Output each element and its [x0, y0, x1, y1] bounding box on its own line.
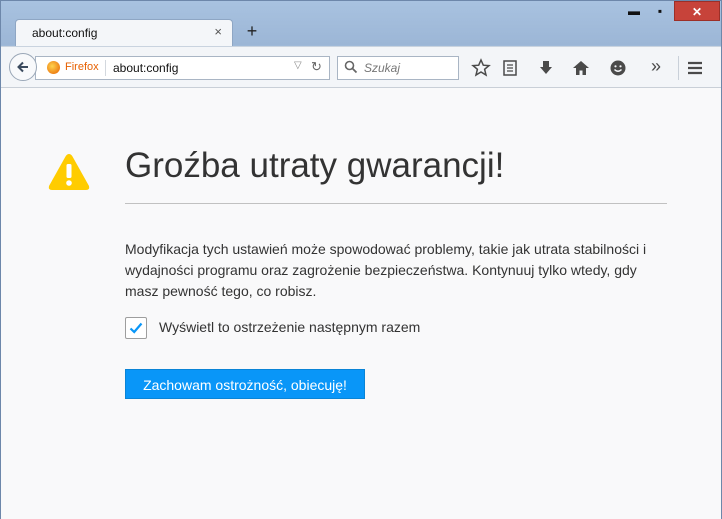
page-title: Groźba utraty gwarancji! — [125, 146, 505, 185]
search-icon — [344, 60, 358, 74]
warning-text: Modyfikacja tych ustawień może spowodowa… — [125, 241, 647, 299]
maximize-button[interactable]: ▪ — [647, 1, 673, 21]
show-warning-label[interactable]: Wyświetl to ostrzeżenie następnym razem — [159, 319, 420, 335]
tab-strip: ▬ ▪ ✕ about:config × + — [1, 1, 721, 47]
navigation-toolbar: Firefox about:config ▽ ↻ Szukaj » — [1, 46, 721, 88]
back-arrow-icon — [17, 61, 28, 73]
bookmarks-menu-icon[interactable] — [500, 58, 520, 78]
search-box[interactable]: Szukaj — [337, 56, 459, 80]
history-dropdown-icon[interactable]: ▽ — [294, 60, 302, 71]
show-warning-checkbox[interactable] — [125, 317, 147, 339]
hamburger-menu-icon[interactable] — [685, 58, 705, 78]
overflow-chevron-icon[interactable]: » — [646, 56, 666, 76]
hello-chat-icon[interactable] — [608, 58, 628, 78]
tab-title: about:config — [32, 26, 98, 40]
downloads-icon[interactable] — [536, 58, 556, 78]
about-config-warning-page: Groźba utraty gwarancji! Modyfikacja tyc… — [1, 88, 721, 519]
close-window-button[interactable]: ✕ — [674, 1, 720, 21]
minimize-button[interactable]: ▬ — [621, 1, 647, 21]
reload-icon[interactable]: ↻ — [311, 59, 322, 75]
url-text[interactable]: about:config — [113, 61, 178, 75]
checkmark-icon — [129, 322, 143, 334]
back-button[interactable] — [9, 53, 37, 81]
tab-about-config[interactable]: about:config × — [15, 19, 233, 47]
url-bar[interactable]: Firefox about:config ▽ ↻ — [35, 56, 330, 80]
url-separator — [105, 60, 106, 76]
firefox-icon — [47, 61, 60, 74]
new-tab-button[interactable]: + — [243, 21, 261, 41]
search-placeholder: Szukaj — [364, 61, 401, 75]
home-icon[interactable] — [571, 58, 591, 78]
identity-label[interactable]: Firefox — [65, 61, 99, 73]
warning-icon — [48, 154, 90, 190]
toolbar-separator — [678, 56, 679, 80]
accept-risk-button[interactable]: Zachowam ostrożność, obiecuję! — [125, 369, 365, 399]
bookmark-star-icon[interactable] — [471, 58, 491, 78]
heading-divider — [125, 203, 667, 204]
browser-window: ▬ ▪ ✕ about:config × + Firefox about:con… — [0, 0, 722, 519]
close-tab-icon[interactable]: × — [214, 24, 222, 39]
